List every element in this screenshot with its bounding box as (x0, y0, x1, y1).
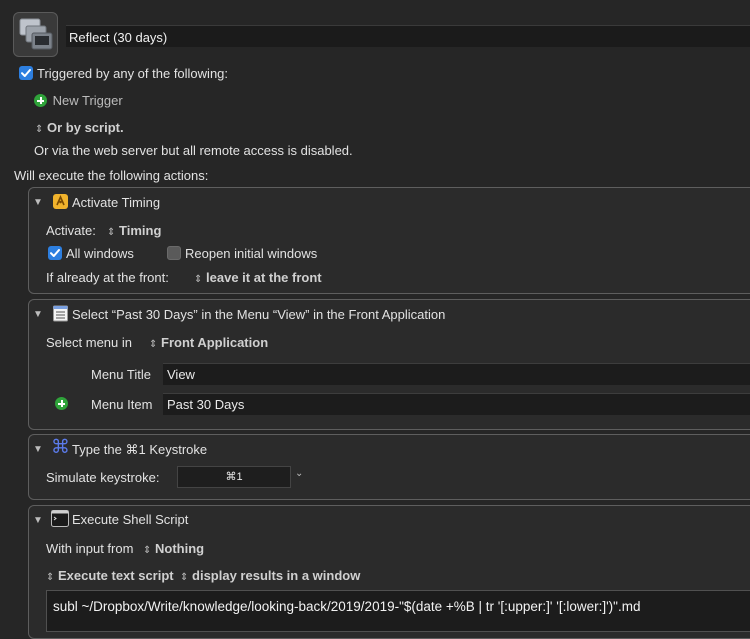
checkbox-checked-icon (48, 246, 62, 260)
menu-item-field[interactable]: Past 30 Days (163, 393, 750, 415)
triggers-label: Triggered by any of the following: (37, 66, 229, 81)
output-selector[interactable]: ⇕ display results in a window (180, 568, 360, 583)
menu-title-field[interactable]: View (163, 363, 750, 385)
updown-chevron-icon: ⇕ (46, 572, 55, 583)
menu-app-value: Front Application (161, 335, 269, 350)
menu-list-icon (52, 305, 69, 325)
already-front-label: If already at the front: (46, 270, 169, 285)
or-by-script-label: Or by script. (47, 120, 124, 135)
input-from-selector[interactable]: ⇕ Nothing (143, 541, 204, 556)
or-by-script-disclosure[interactable]: ⇕ Or by script. (35, 120, 124, 135)
timing-app-icon (52, 193, 69, 213)
reopen-windows-checkbox[interactable] (167, 246, 181, 263)
updown-chevron-icon: ⇕ (194, 274, 203, 285)
updown-chevron-icon: ⇕ (143, 545, 152, 556)
simulate-keystroke-label: Simulate keystroke: (46, 470, 160, 485)
script-mode-selector[interactable]: ⇕ Execute text script (46, 568, 174, 583)
activate-label: Activate: (46, 223, 96, 238)
already-front-selector[interactable]: ⇕ leave it at the front (194, 270, 322, 285)
disclosure-triangle-icon[interactable]: ▼ (33, 197, 43, 208)
menu-app-selector[interactable]: ⇕ Front Application (149, 335, 268, 350)
script-text-area[interactable]: subl ~/Dropbox/Write/knowledge/looking-b… (46, 590, 750, 632)
select-menu-label: Select menu in (46, 335, 132, 350)
action-select-menu[interactable]: ▼ Select “Past 30 Days” in the Menu “Vie… (28, 299, 750, 430)
add-menu-item-icon[interactable] (55, 397, 68, 410)
script-mode-value: Execute text script (58, 568, 174, 583)
action-title: Select “Past 30 Days” in the Menu “View”… (72, 307, 446, 322)
all-windows-label: All windows (66, 246, 134, 261)
disclosure-triangle-icon[interactable]: ▼ (33, 444, 43, 455)
macro-group-icon[interactable] (13, 12, 58, 57)
macro-name-field[interactable]: Reflect (30 days) (66, 25, 750, 47)
updown-chevron-icon: ⇕ (107, 227, 116, 238)
output-value: display results in a window (192, 568, 361, 583)
chevron-down-icon[interactable]: ⌄ (295, 468, 303, 479)
keystroke-field[interactable]: ⌘1 (177, 466, 291, 488)
app-selector[interactable]: ⇕ Timing (107, 223, 161, 238)
triggers-checkbox[interactable] (19, 66, 33, 83)
command-key-icon: ⌘ (51, 437, 70, 458)
menu-item-label: Menu Item (91, 397, 153, 412)
new-trigger-button[interactable]: New Trigger (34, 93, 123, 108)
disclosure-triangle-icon[interactable]: ▼ (33, 309, 43, 320)
action-activate-app[interactable]: ▼ Activate Timing Activate: ⇕ Timing All… (28, 187, 750, 294)
reopen-windows-label: Reopen initial windows (185, 246, 318, 261)
app-selector-value: Timing (119, 223, 162, 238)
action-title: Activate Timing (72, 195, 161, 210)
web-server-note: Or via the web server but all remote acc… (34, 143, 353, 158)
action-title: Type the ⌘1 Keystroke (72, 442, 208, 457)
action-title: Execute Shell Script (72, 512, 189, 527)
checkbox-checked-icon (19, 66, 33, 80)
action-execute-shell[interactable]: ▼ Execute Shell Script With input from ⇕… (28, 505, 750, 639)
terminal-icon (51, 510, 69, 530)
updown-chevron-icon: ⇕ (149, 339, 158, 350)
menu-title-label: Menu Title (91, 367, 151, 382)
add-icon (34, 94, 47, 107)
updown-chevron-icon: ⇕ (180, 572, 189, 583)
already-front-value: leave it at the front (206, 270, 322, 285)
input-from-value: Nothing (155, 541, 205, 556)
actions-heading: Will execute the following actions: (14, 168, 209, 183)
all-windows-checkbox[interactable] (48, 246, 62, 263)
action-type-keystroke[interactable]: ▼ ⌘ Type the ⌘1 Keystroke Simulate keyst… (28, 434, 750, 500)
input-from-label: With input from (46, 541, 134, 556)
updown-chevron-icon: ⇕ (35, 124, 44, 135)
checkbox-unchecked-icon (167, 246, 181, 260)
new-trigger-label: New Trigger (52, 93, 123, 108)
disclosure-triangle-icon[interactable]: ▼ (33, 515, 43, 526)
